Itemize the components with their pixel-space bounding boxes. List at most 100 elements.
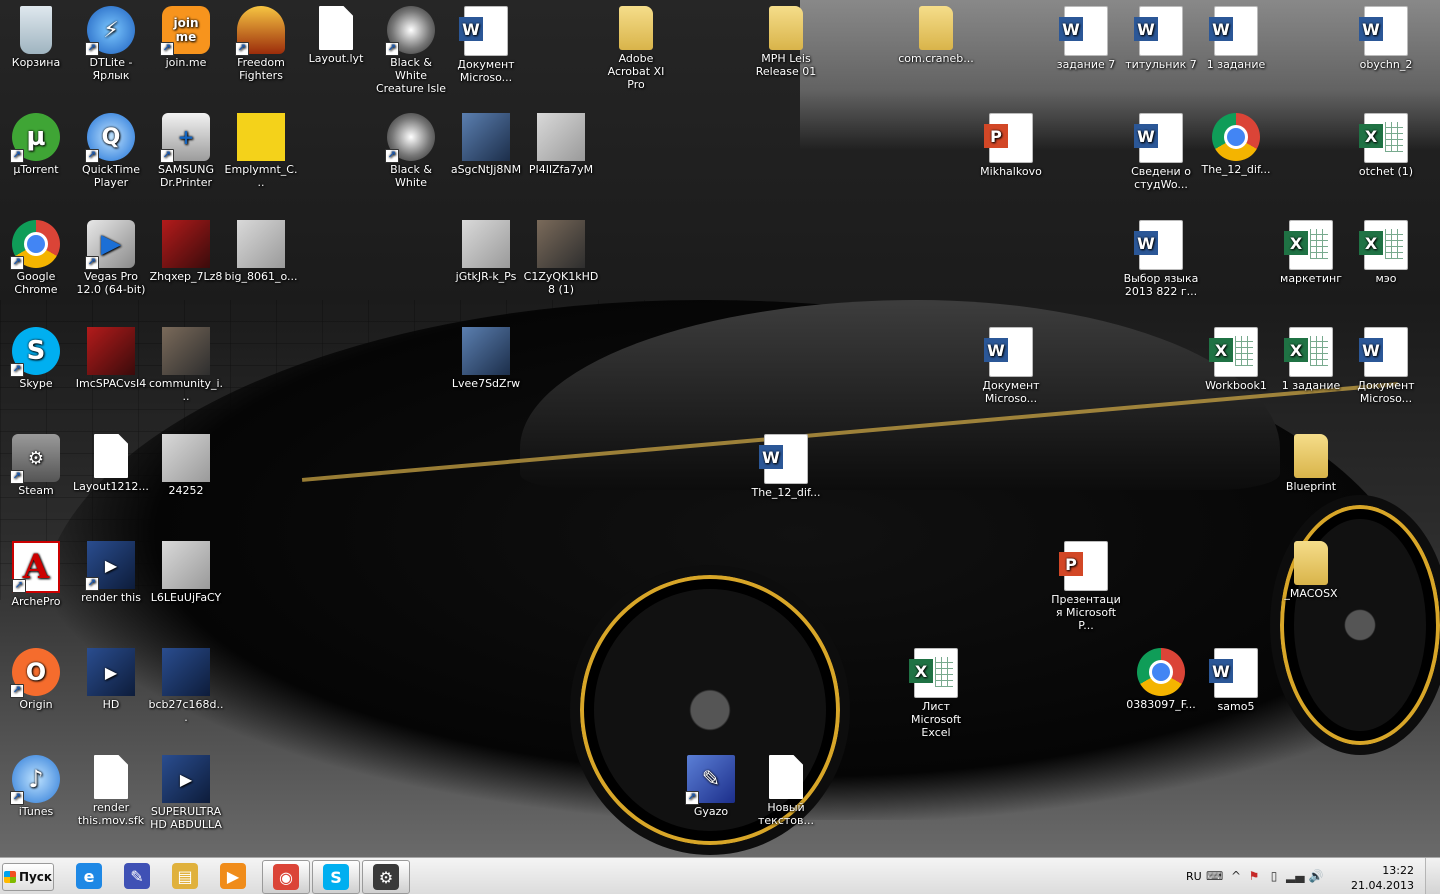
desktop-icon-label: Blueprint bbox=[1285, 480, 1337, 493]
desktop-icon[interactable]: Документ Microso... bbox=[973, 327, 1049, 405]
desktop-icon[interactable]: com.craneb... bbox=[898, 6, 974, 65]
desktop-icon[interactable]: ↗ Google Chrome bbox=[0, 220, 74, 296]
desktop-icon[interactable]: Zhqxep_7Lz8 bbox=[148, 220, 224, 283]
desktop-icon-label: Workbook1 bbox=[1205, 379, 1267, 392]
desktop-icon[interactable]: O ↗ Origin bbox=[0, 648, 74, 711]
desktop-icon[interactable]: Lvee7SdZrw bbox=[448, 327, 524, 390]
desktop-icon[interactable]: PI4IlZfa7yM bbox=[523, 113, 599, 176]
desktop-icon[interactable]: _MACOSX bbox=[1273, 541, 1349, 600]
start-button[interactable]: Пуск bbox=[2, 863, 54, 891]
shortcut-arrow-icon: ↗ bbox=[160, 149, 174, 163]
desktop-icon[interactable]: Документ Microso... bbox=[1348, 327, 1424, 405]
desktop-icon[interactable]: ImcSPACvsI4 bbox=[73, 327, 149, 390]
taskbar-skype-button[interactable]: S bbox=[312, 860, 360, 894]
desktop-icon[interactable]: ▶ SUPERULTRA HD ABDULLA bbox=[148, 755, 224, 831]
desktop-icon[interactable]: render this.mov.sfk bbox=[73, 755, 149, 827]
shortcut-arrow-icon: ↗ bbox=[85, 577, 99, 591]
desktop-icon[interactable]: титульник 7 bbox=[1123, 6, 1199, 71]
desktop-icon[interactable]: Лист Microsoft Excel bbox=[898, 648, 974, 739]
desktop-icon[interactable]: Документ Microso... bbox=[448, 6, 524, 84]
desktop-icon[interactable]: MPH Leis Release 01 bbox=[748, 6, 824, 78]
desktop-icon[interactable]: 1 задание bbox=[1198, 6, 1274, 71]
desktop-icon[interactable]: L6LEuUjFaCY bbox=[148, 541, 224, 604]
language-indicator[interactable]: RU bbox=[1186, 870, 1202, 883]
taskbar-explorer-button[interactable]: ▤ bbox=[162, 860, 208, 892]
taskbar-media-player-button[interactable]: ▶ bbox=[210, 860, 256, 892]
desktop-icon[interactable]: otchet (1) bbox=[1348, 113, 1424, 178]
desktop-icon[interactable]: мэо bbox=[1348, 220, 1424, 285]
desktop-icon[interactable]: Выбор языка 2013 822 г... bbox=[1123, 220, 1199, 298]
desktop-icon[interactable]: The_12_dif... bbox=[748, 434, 824, 499]
network-signal-icon[interactable]: ▂▄ bbox=[1286, 868, 1304, 884]
desktop-icon[interactable]: маркетинг bbox=[1273, 220, 1349, 285]
desktop-icon[interactable]: ▶ ↗ Vegas Pro 12.0 (64-bit) bbox=[73, 220, 149, 296]
show-desktop-button[interactable] bbox=[1425, 858, 1440, 894]
folder-icon bbox=[1294, 541, 1328, 585]
desktop-icon[interactable]: ♪ ↗ iTunes bbox=[0, 755, 74, 818]
desktop-icon[interactable]: Презентация Microsoft P... bbox=[1048, 541, 1124, 632]
desktop-icon[interactable]: ▶ ↗ render this bbox=[73, 541, 149, 604]
clock-date[interactable]: 21.04.2013 bbox=[1351, 879, 1414, 892]
chrome-html-icon bbox=[1212, 113, 1260, 161]
image-icon bbox=[237, 113, 285, 161]
desktop-icon[interactable]: 0383097_F... bbox=[1123, 648, 1199, 711]
taskbar-daemon-tools-button[interactable]: ✎ bbox=[114, 860, 160, 892]
desktop-icon[interactable]: Q ↗ QuickTime Player bbox=[73, 113, 149, 189]
desktop-icon[interactable]: The_12_dif... bbox=[1198, 113, 1274, 176]
desktop-icon-label: Vegas Pro 12.0 (64-bit) bbox=[76, 270, 146, 296]
desktop-icon-label: Выбор языка 2013 822 г... bbox=[1123, 272, 1199, 298]
desktop-icon[interactable]: samo5 bbox=[1198, 648, 1274, 713]
desktop-icon[interactable]: A ↗ ArchePro bbox=[0, 541, 74, 608]
desktop-icon[interactable]: Adobe Acrobat XI Pro bbox=[598, 6, 674, 91]
desktop-icon[interactable]: ▶ HD bbox=[73, 648, 149, 711]
daemon-tools-icon: ⚡ ↗ bbox=[85, 6, 135, 56]
desktop-icon[interactable]: Layout.lyt bbox=[298, 6, 374, 65]
desktop-icon[interactable]: ↗ Freedom Fighters bbox=[223, 6, 299, 82]
desktop-icon[interactable]: + ↗ SAMSUNG Dr.Printer bbox=[148, 113, 224, 189]
skype-icon: S ↗ bbox=[10, 327, 60, 377]
desktop-icon[interactable]: C1ZyQK1kHD8 (1) bbox=[523, 220, 599, 296]
desktop-icon-label: 1 задание bbox=[1281, 379, 1341, 392]
desktop-icon[interactable]: community_i... bbox=[148, 327, 224, 403]
desktop-icon[interactable]: Blueprint bbox=[1273, 434, 1349, 493]
desktop-icon[interactable]: Корзина bbox=[0, 6, 74, 69]
desktop-icon[interactable]: Новый текстов... bbox=[748, 755, 824, 827]
desktop-icon[interactable]: S ↗ Skype bbox=[0, 327, 74, 390]
desktop-icon[interactable]: Mikhalkovo bbox=[973, 113, 1049, 178]
desktop-icon[interactable]: ↗ Black & White Creature Isle bbox=[373, 6, 449, 95]
desktop-icon[interactable]: 24252 bbox=[148, 434, 224, 497]
desktop-icon[interactable]: ↗ Black & White bbox=[373, 113, 449, 189]
desktop-icon[interactable]: ⚙ ↗ Steam bbox=[0, 434, 74, 497]
desktop-icon[interactable]: bcb27c168d... bbox=[148, 648, 224, 724]
desktop-icon[interactable]: big_8061_o... bbox=[223, 220, 299, 283]
taskbar-steam-button[interactable]: ⚙ bbox=[362, 860, 410, 894]
desktop-icon[interactable]: Сведени о студWo... bbox=[1123, 113, 1199, 191]
desktop-icon[interactable]: µ ↗ µTorrent bbox=[0, 113, 74, 176]
clock-time[interactable]: 13:22 bbox=[1382, 864, 1414, 877]
battery-icon[interactable]: ▯ bbox=[1266, 868, 1282, 884]
desktop-icon[interactable]: задание 7 bbox=[1048, 6, 1124, 71]
desktop-icon[interactable]: ✎ ↗ Gyazo bbox=[673, 755, 749, 818]
desktop-icon-label: Black & White bbox=[390, 163, 432, 189]
black-white-icon: ↗ bbox=[385, 113, 435, 163]
desktop-icon[interactable]: join me ↗ join.me bbox=[148, 6, 224, 69]
desktop-icon[interactable]: jGtkJR-k_Ps bbox=[448, 220, 524, 283]
desktop-icon[interactable]: ⚡ ↗ DTLite - Ярлык bbox=[73, 6, 149, 82]
shortcut-arrow-icon: ↗ bbox=[235, 42, 249, 56]
desktop-icon[interactable]: obychn_2 bbox=[1348, 6, 1424, 71]
desktop-icon[interactable]: aSgcNtJj8NM bbox=[448, 113, 524, 176]
action-center-icon[interactable]: ⚑ bbox=[1246, 868, 1262, 884]
keyboard-icon[interactable]: ⌨ bbox=[1206, 868, 1223, 884]
desktop-icon[interactable]: Workbook1 bbox=[1198, 327, 1274, 392]
show-hidden-icons-icon[interactable]: ^ bbox=[1228, 868, 1244, 884]
desktop-icon[interactable]: Emplymnt_C... bbox=[223, 113, 299, 189]
desktop-icon[interactable]: Layout1212... bbox=[73, 434, 149, 493]
taskbar-internet-explorer-button[interactable]: e bbox=[66, 860, 112, 892]
desktop-icon[interactable]: 1 задание bbox=[1273, 327, 1349, 392]
shortcut-arrow-icon: ↗ bbox=[85, 149, 99, 163]
desktop-icon-label: jGtkJR-k_Ps bbox=[455, 270, 517, 283]
desktop-icon-label: Layout.lyt bbox=[308, 52, 364, 65]
taskbar-chrome-button[interactable]: ◉ bbox=[262, 860, 310, 894]
word-document-icon bbox=[1359, 6, 1408, 56]
volume-icon[interactable]: 🔊 bbox=[1308, 868, 1324, 884]
